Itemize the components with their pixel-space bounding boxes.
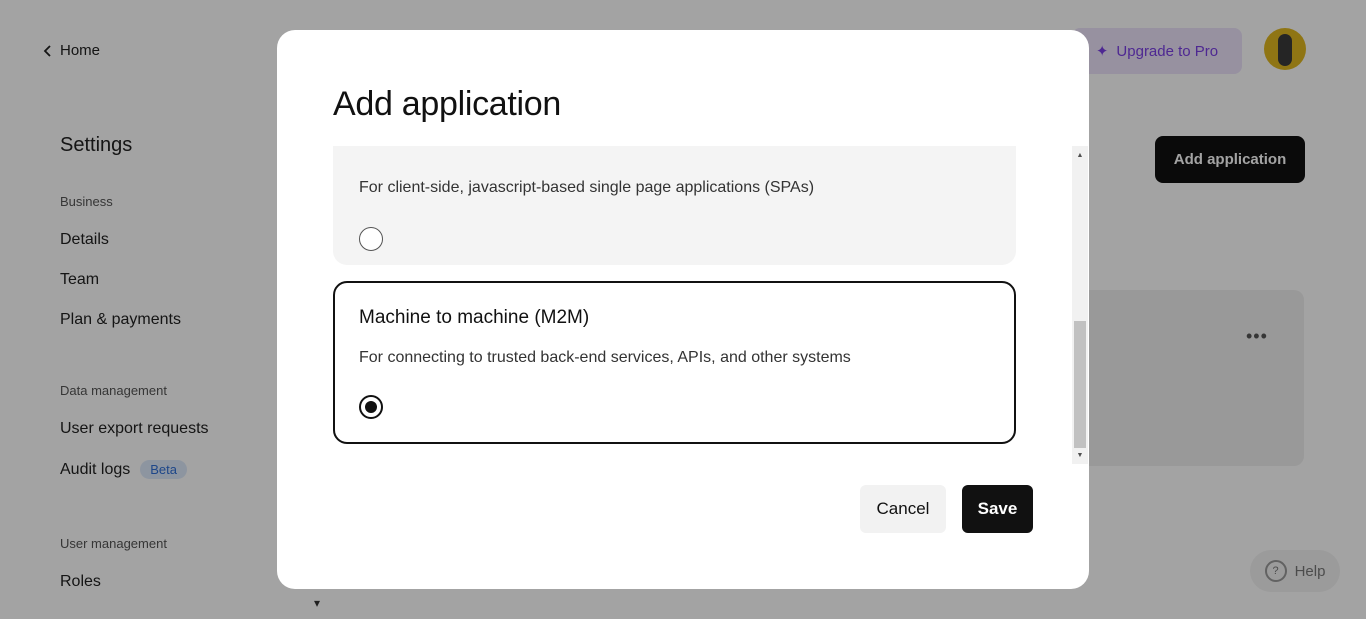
option-spa-description: For client-side, javascript-based single… xyxy=(359,179,815,196)
option-m2m-title: Machine to machine (M2M) xyxy=(359,307,590,328)
scrollbar-thumb[interactable] xyxy=(1074,321,1086,448)
scroll-down-arrow-icon[interactable]: ▼ xyxy=(1072,448,1088,462)
add-application-dialog: Add application For client-side, javascr… xyxy=(277,30,1089,589)
option-m2m[interactable]: Machine to machine (M2M) For connecting … xyxy=(333,281,1016,444)
option-m2m-description: For connecting to trusted back-end servi… xyxy=(359,349,851,366)
dialog-title: Add application xyxy=(333,85,562,123)
option-spa[interactable]: For client-side, javascript-based single… xyxy=(333,146,1016,265)
scrollbar[interactable]: ▲ ▼ xyxy=(1072,146,1088,464)
app-type-options: For client-side, javascript-based single… xyxy=(333,146,1016,464)
save-button[interactable]: Save xyxy=(962,485,1033,533)
scroll-up-arrow-icon[interactable]: ▲ xyxy=(1072,148,1088,162)
option-spa-radio[interactable] xyxy=(359,227,383,251)
cancel-button[interactable]: Cancel xyxy=(860,485,946,533)
option-m2m-radio[interactable] xyxy=(359,395,383,419)
